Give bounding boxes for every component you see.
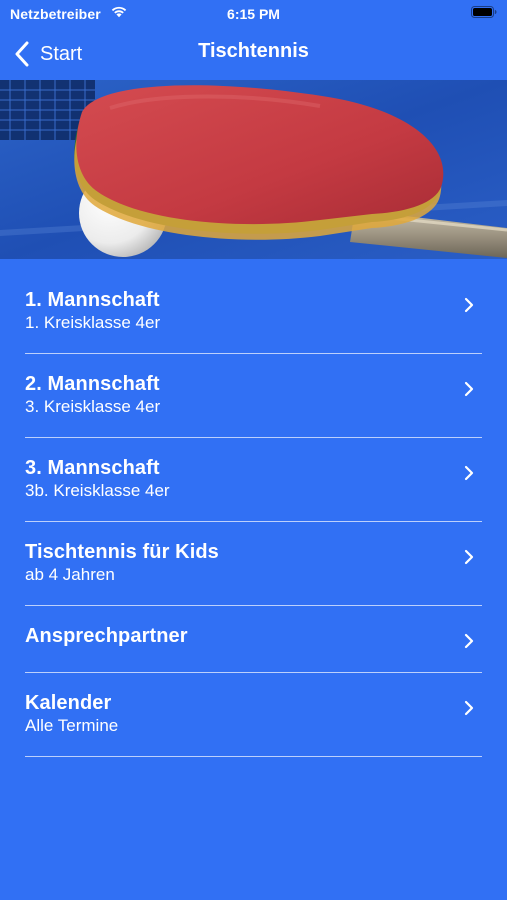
chevron-right-icon — [464, 633, 474, 649]
list-item-title: 2. Mannschaft — [25, 373, 160, 395]
chevron-right-icon — [464, 465, 474, 481]
divider — [25, 755, 482, 757]
list-item-1-mannschaft[interactable]: 1. Mannschaft 1. Kreisklasse 4er — [25, 270, 482, 354]
status-time: 6:15 PM — [227, 6, 280, 22]
list-item-subtitle: Alle Termine — [25, 716, 119, 735]
team-list: 1. Mannschaft 1. Kreisklasse 4er 2. Mann… — [0, 270, 507, 757]
list-item-kalender[interactable]: Kalender Alle Termine — [25, 673, 482, 757]
list-item-tischtennis-fuer-kids[interactable]: Tischtennis für Kids ab 4 Jahren — [25, 522, 482, 606]
list-item-ansprechpartner[interactable]: Ansprechpartner — [25, 606, 482, 673]
navigation-bar: Start Tischtennis — [0, 28, 507, 80]
list-item-title: 1. Mannschaft — [25, 289, 160, 311]
list-item-subtitle: 3. Kreisklasse 4er — [25, 397, 161, 416]
chevron-right-icon — [464, 700, 474, 716]
list-item-subtitle: 3b. Kreisklasse 4er — [25, 481, 170, 500]
chevron-right-icon — [464, 549, 474, 565]
list-item-2-mannschaft[interactable]: 2. Mannschaft 3. Kreisklasse 4er — [25, 354, 482, 438]
table-tennis-image — [0, 80, 507, 259]
hero-image — [0, 80, 507, 259]
battery-icon — [471, 6, 497, 18]
list-item-3-mannschaft[interactable]: 3. Mannschaft 3b. Kreisklasse 4er — [25, 438, 482, 522]
chevron-right-icon — [464, 381, 474, 397]
list-item-title: Kalender — [25, 692, 112, 714]
list-item-title: Ansprechpartner — [25, 625, 188, 647]
chevron-right-icon — [464, 297, 474, 313]
list-item-title: 3. Mannschaft — [25, 457, 160, 479]
list-item-subtitle: 1. Kreisklasse 4er — [25, 313, 161, 332]
list-item-title: Tischtennis für Kids — [25, 541, 219, 563]
status-bar: Netzbetreiber 6:15 PM — [0, 0, 507, 28]
list-item-subtitle: ab 4 Jahren — [25, 565, 115, 584]
page-title: Tischtennis — [198, 40, 309, 62]
